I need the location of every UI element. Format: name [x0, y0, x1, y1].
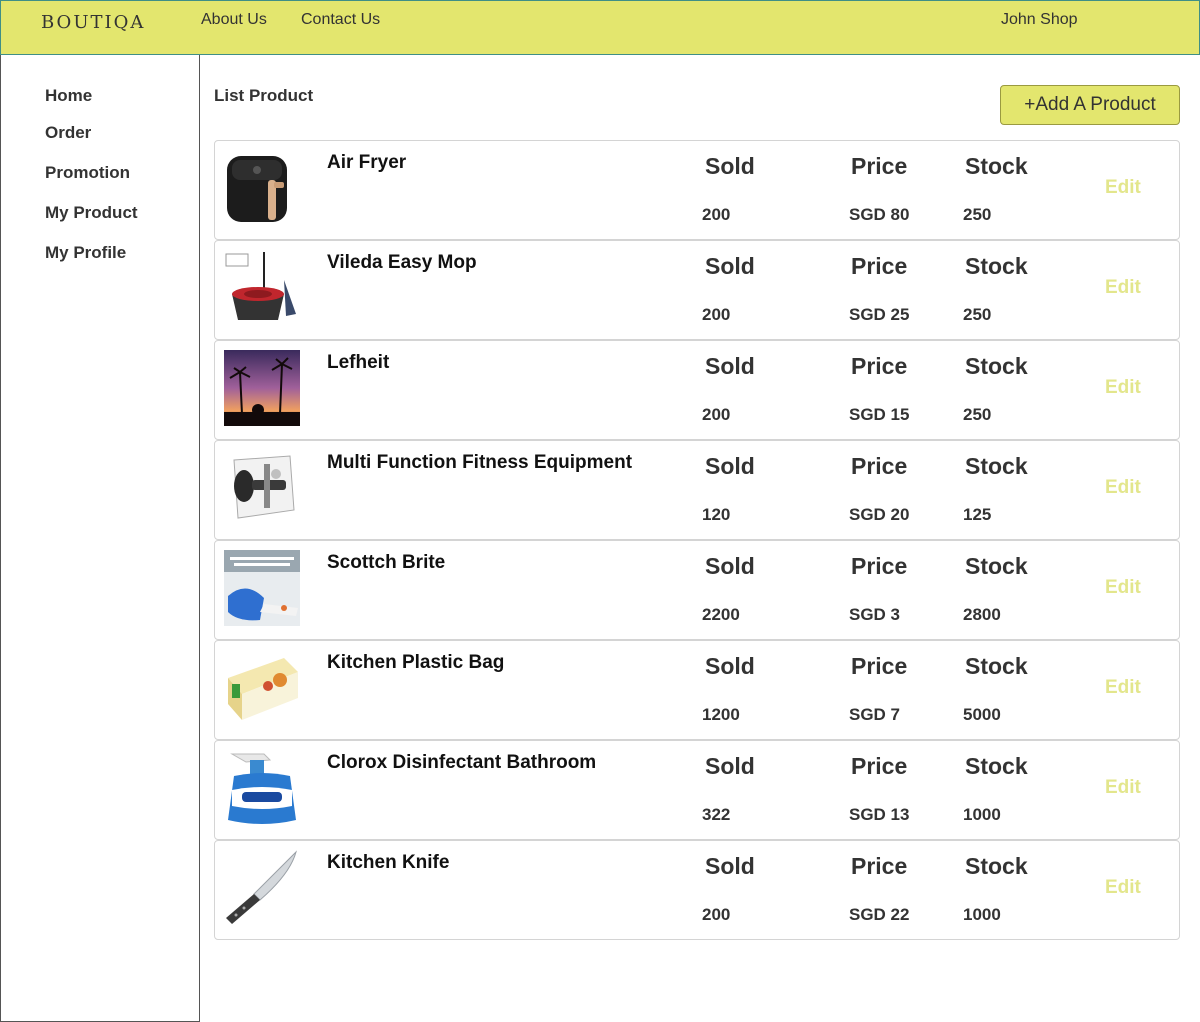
sold-value: 322 — [702, 805, 731, 824]
edit-link[interactable]: Edit — [1105, 777, 1141, 799]
stock-value: 2800 — [963, 605, 1001, 624]
product-row: Vileda Easy Mop Sold Price Stock 200 SGD… — [214, 240, 1180, 340]
price-value: SGD 7 — [849, 705, 901, 724]
product-row: Kitchen Knife Sold Price Stock 200 SGD 2… — [214, 840, 1180, 940]
sold-value: 120 — [702, 505, 731, 524]
stock-value: 250 — [963, 405, 992, 424]
product-name: Air Fryer — [327, 152, 407, 173]
sunset-palm-image — [224, 350, 300, 426]
stock-header: Stock — [965, 653, 1028, 679]
price-header: Price — [851, 353, 908, 379]
price-header: Price — [851, 653, 908, 679]
mop-image — [224, 250, 300, 326]
add-product-button[interactable]: +Add A Product — [1000, 85, 1180, 125]
stock-value: 250 — [963, 205, 992, 224]
nav-about-us[interactable]: About Us — [201, 11, 267, 29]
top-navbar: BOUTIQA About Us Contact Us John Shop — [0, 0, 1200, 55]
stock-value: 1000 — [963, 805, 1001, 824]
product-row: Scottch Brite Sold Price Stock 2200 SGD … — [214, 540, 1180, 640]
page-title: List Product — [214, 86, 314, 105]
product-name: Vileda Easy Mop — [327, 252, 477, 273]
sold-value: 1200 — [702, 705, 740, 724]
product-row: Lefheit Sold Price Stock 200 SGD 15 250 … — [214, 340, 1180, 440]
stock-header: Stock — [965, 153, 1028, 179]
sponge-image — [224, 550, 300, 626]
fitness-equipment-image — [224, 450, 300, 526]
stock-header: Stock — [965, 753, 1028, 779]
brand-logo[interactable]: BOUTIQA — [41, 12, 145, 33]
edit-link[interactable]: Edit — [1105, 677, 1141, 699]
knife-image — [224, 850, 300, 926]
sidebar-item-promotion[interactable]: Promotion — [45, 163, 130, 183]
price-header: Price — [851, 253, 908, 279]
stock-value: 5000 — [963, 705, 1001, 724]
price-header: Price — [851, 753, 908, 779]
sidebar-item-my-profile[interactable]: My Profile — [45, 243, 126, 263]
sold-header: Sold — [705, 153, 755, 179]
product-name: Kitchen Knife — [327, 852, 450, 873]
sold-header: Sold — [705, 253, 755, 279]
edit-link[interactable]: Edit — [1105, 277, 1141, 299]
edit-link[interactable]: Edit — [1105, 177, 1141, 199]
product-name: Multi Function Fitness Equipment — [327, 452, 633, 473]
price-value: SGD 22 — [849, 905, 910, 924]
sold-value: 200 — [702, 905, 731, 924]
price-value: SGD 20 — [849, 505, 910, 524]
edit-link[interactable]: Edit — [1105, 377, 1141, 399]
product-row: Multi Function Fitness Equipment Sold Pr… — [214, 440, 1180, 540]
stock-header: Stock — [965, 453, 1028, 479]
product-name: Scottch Brite — [327, 552, 446, 573]
price-value: SGD 15 — [849, 405, 910, 424]
edit-link[interactable]: Edit — [1105, 877, 1141, 899]
spray-bottle-image — [224, 750, 300, 826]
sold-header: Sold — [705, 853, 755, 879]
stock-header: Stock — [965, 553, 1028, 579]
sold-value: 200 — [702, 405, 731, 424]
sold-header: Sold — [705, 753, 755, 779]
product-name: Lefheit — [327, 352, 390, 373]
product-row: Kitchen Plastic Bag Sold Price Stock 120… — [214, 640, 1180, 740]
air-fryer-image — [224, 150, 300, 226]
product-row: Air Fryer Sold Price Stock 200 SGD 80 25… — [214, 140, 1180, 240]
product-row: Clorox Disinfectant Bathroom Sold Price … — [214, 740, 1180, 840]
sidebar-item-order[interactable]: Order — [45, 123, 91, 143]
sidebar: Home Order Promotion My Product My Profi… — [0, 55, 200, 1022]
stock-value: 1000 — [963, 905, 1001, 924]
product-list: Air Fryer Sold Price Stock 200 SGD 80 25… — [214, 140, 1180, 940]
price-value: SGD 25 — [849, 305, 910, 324]
price-header: Price — [851, 453, 908, 479]
stock-header: Stock — [965, 853, 1028, 879]
product-name: Kitchen Plastic Bag — [327, 652, 505, 673]
sold-value: 2200 — [702, 605, 740, 624]
edit-link[interactable]: Edit — [1105, 577, 1141, 599]
product-name: Clorox Disinfectant Bathroom — [327, 752, 597, 773]
sold-value: 200 — [702, 305, 731, 324]
price-header: Price — [851, 853, 908, 879]
price-value: SGD 80 — [849, 205, 910, 224]
sold-header: Sold — [705, 453, 755, 479]
stock-value: 125 — [963, 505, 992, 524]
stock-header: Stock — [965, 353, 1028, 379]
stock-value: 250 — [963, 305, 992, 324]
nav-contact-us[interactable]: Contact Us — [301, 11, 380, 29]
plastic-bag-box-image — [224, 650, 300, 726]
price-value: SGD 3 — [849, 605, 901, 624]
user-name-link[interactable]: John Shop — [1001, 11, 1078, 29]
sold-header: Sold — [705, 653, 755, 679]
sold-value: 200 — [702, 205, 731, 224]
price-header: Price — [851, 153, 908, 179]
price-header: Price — [851, 553, 908, 579]
price-value: SGD 13 — [849, 805, 910, 824]
sidebar-item-home[interactable]: Home — [45, 86, 92, 106]
sold-header: Sold — [705, 553, 755, 579]
sold-header: Sold — [705, 353, 755, 379]
stock-header: Stock — [965, 253, 1028, 279]
sidebar-item-my-product[interactable]: My Product — [45, 203, 138, 223]
edit-link[interactable]: Edit — [1105, 477, 1141, 499]
